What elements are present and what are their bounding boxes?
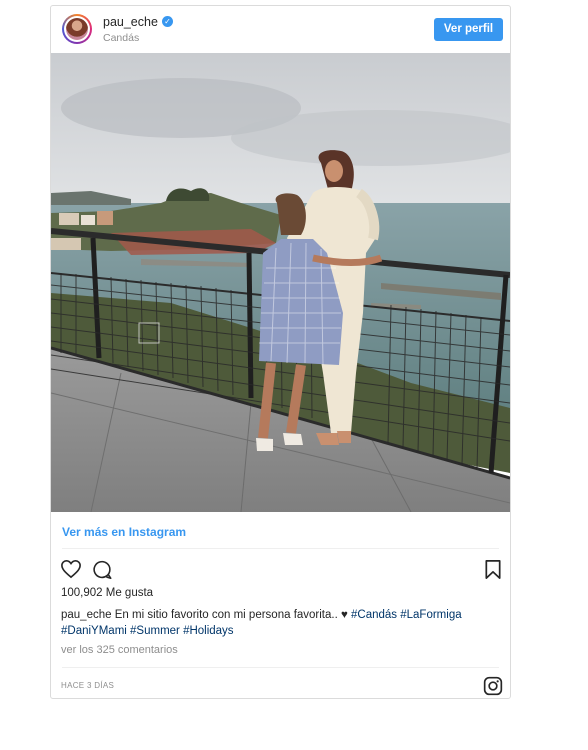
divider — [62, 667, 499, 668]
location-label[interactable]: Candás — [103, 32, 139, 44]
hashtags-line-1[interactable]: #Candás #LaFormiga — [351, 609, 462, 621]
view-comments-link[interactable]: ver los 325 comentarios — [61, 644, 178, 656]
view-profile-button[interactable]: Ver perfil — [434, 18, 503, 41]
likes-count[interactable]: 100,902 Me gusta — [61, 587, 153, 599]
caption-username[interactable]: pau_eche — [61, 609, 112, 621]
bookmark-icon[interactable] — [484, 559, 502, 580]
comment-icon[interactable] — [91, 559, 113, 580]
hashtags-line-2[interactable]: #DaniYMami #Summer #Holidays — [61, 625, 234, 637]
post-timestamp[interactable]: HACE 3 DÍAS — [61, 681, 114, 690]
verified-badge-icon: ✓ — [162, 16, 173, 27]
view-more-link[interactable]: Ver más en Instagram — [62, 525, 186, 539]
username[interactable]: pau_eche — [103, 15, 158, 29]
caption-text: En mi sitio favorito con mi persona favo… — [111, 609, 352, 621]
avatar[interactable] — [62, 14, 92, 44]
instagram-embed-card: pau_eche ✓ Candás Ver perfil Ver más en … — [50, 5, 511, 699]
heart-icon[interactable] — [60, 559, 82, 579]
post-photo[interactable] — [51, 53, 510, 512]
divider — [62, 548, 499, 549]
post-caption: pau_eche En mi sitio favorito con mi per… — [61, 607, 491, 639]
instagram-icon[interactable] — [483, 676, 503, 696]
post-header: pau_eche ✓ Candás Ver perfil — [51, 6, 510, 52]
